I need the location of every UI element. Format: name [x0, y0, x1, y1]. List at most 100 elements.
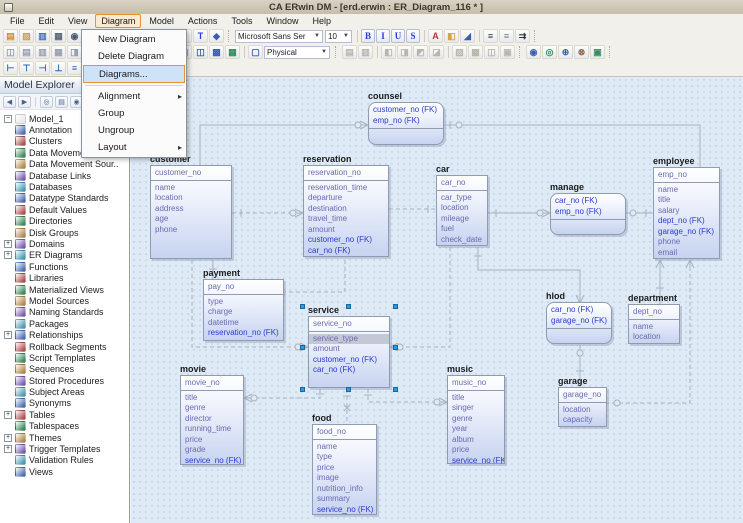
- attribute[interactable]: car_no (FK): [551, 196, 625, 207]
- menu-edit[interactable]: Edit: [33, 14, 61, 28]
- attribute[interactable]: service_no (FK): [448, 456, 504, 465]
- attribute[interactable]: genre: [181, 403, 243, 414]
- entity-box[interactable]: car_no (FK)garage_no (FK): [546, 302, 612, 344]
- attribute[interactable]: location: [559, 405, 606, 416]
- tree-item-synonyms[interactable]: Synonyms: [4, 398, 129, 409]
- menu-file[interactable]: File: [4, 14, 31, 28]
- grid-icon[interactable]: ◫: [3, 45, 18, 59]
- menu-item-layout[interactable]: Layout▸: [82, 139, 186, 156]
- attribute[interactable]: grade: [181, 445, 243, 456]
- entity-box[interactable]: car_no (FK)emp_no (FK): [550, 193, 626, 235]
- model-report-icon[interactable]: ▦: [225, 45, 240, 59]
- italic-button[interactable]: I: [376, 29, 390, 43]
- selection-handle[interactable]: [300, 387, 305, 392]
- attribute[interactable]: nutrition_info: [313, 484, 376, 495]
- report-template-icon[interactable]: ▨: [452, 45, 467, 59]
- entity-box[interactable]: movie_notitlegenredirectorrunning_timepr…: [180, 375, 244, 465]
- reverse-engineer-icon[interactable]: ◎: [542, 45, 557, 59]
- menu-item-ungroup[interactable]: Ungroup: [82, 122, 186, 139]
- menu-item-diagrams[interactable]: Diagrams...: [83, 65, 185, 83]
- new-model-icon[interactable]: ▤: [3, 29, 18, 43]
- attribute[interactable]: running_time: [181, 424, 243, 435]
- attribute[interactable]: reservation_time: [304, 183, 388, 194]
- attribute[interactable]: name: [654, 185, 719, 196]
- report-export-icon[interactable]: ◫: [484, 45, 499, 59]
- save-icon[interactable]: ▥: [35, 29, 50, 43]
- entity-box[interactable]: music_notitlesingergenreyearalbumpricese…: [447, 375, 505, 464]
- menu-item-delete-diagram[interactable]: Delete Diagram: [82, 48, 186, 65]
- entity-service[interactable]: serviceservice_noservice_typeamountcusto…: [308, 305, 390, 388]
- entity-box[interactable]: garage_nolocationcapacity: [558, 387, 607, 427]
- tree-item-sequences[interactable]: Sequences: [4, 364, 129, 375]
- font-size-combo[interactable]: 10▼: [325, 30, 352, 43]
- attribute[interactable]: location: [151, 193, 231, 204]
- menu-item-group[interactable]: Group: [82, 105, 186, 122]
- attribute[interactable]: title: [654, 195, 719, 206]
- attribute[interactable]: album: [448, 435, 504, 446]
- pk-attribute[interactable]: reservation_no: [304, 168, 388, 179]
- tree-item-database-links[interactable]: Database Links: [4, 170, 129, 181]
- pk-attribute[interactable]: music_no: [448, 378, 504, 389]
- text-block-icon[interactable]: T: [193, 29, 208, 43]
- align-top-icon[interactable]: ⊥: [51, 61, 66, 75]
- pk-attribute[interactable]: customer_no: [151, 168, 231, 179]
- pk-attribute[interactable]: pay_no: [204, 282, 283, 293]
- expand-box-icon[interactable]: +: [4, 251, 12, 259]
- menu-help[interactable]: Help: [306, 14, 337, 28]
- tree-item-domains[interactable]: +Domains: [4, 238, 129, 249]
- attribute[interactable]: reservation_no (FK): [204, 328, 283, 339]
- tree-item-data-movement-sour[interactable]: Data Movement Sour..: [4, 159, 129, 170]
- strikethrough-button[interactable]: S: [406, 29, 420, 43]
- align-left-icon[interactable]: ⊢: [3, 61, 18, 75]
- zoom-in-icon[interactable]: ▥: [35, 45, 50, 59]
- attribute[interactable]: fuel: [437, 224, 487, 235]
- entity-movie[interactable]: moviemovie_notitlegenredirectorrunning_t…: [180, 364, 244, 465]
- bold-button[interactable]: B: [361, 29, 375, 43]
- attribute[interactable]: name: [629, 322, 679, 333]
- attribute[interactable]: garage_no (FK): [547, 316, 611, 327]
- expand-box-icon[interactable]: +: [4, 445, 12, 453]
- zoom-out-icon[interactable]: ▦: [51, 45, 66, 59]
- attribute[interactable]: image: [313, 473, 376, 484]
- tree-item-disk-groups[interactable]: Disk Groups: [4, 227, 129, 238]
- attribute[interactable]: genre: [448, 414, 504, 425]
- attribute[interactable]: car_no (FK): [309, 365, 389, 376]
- collapse-box-icon[interactable]: −: [4, 115, 12, 123]
- tree-item-stored-procedures[interactable]: Stored Procedures: [4, 375, 129, 386]
- window-layout-icon[interactable]: ▢: [248, 45, 263, 59]
- entity-customer[interactable]: customercustomer_nonamelocationaddressag…: [150, 154, 232, 259]
- pan-icon[interactable]: ◨: [67, 45, 82, 59]
- entity-box[interactable]: dept_nonamelocation: [628, 304, 680, 344]
- expand-box-icon[interactable]: +: [4, 434, 12, 442]
- underline-button[interactable]: U: [391, 29, 405, 43]
- line-color-icon[interactable]: ◢: [460, 29, 475, 43]
- tree-item-subject-areas[interactable]: Subject Areas: [4, 386, 129, 397]
- find-entity-icon[interactable]: ◎: [40, 96, 53, 108]
- selection-handle[interactable]: [393, 345, 398, 350]
- menu-model[interactable]: Model: [143, 14, 180, 28]
- tree-item-directories[interactable]: Directories: [4, 216, 129, 227]
- attribute[interactable]: car_no (FK): [547, 305, 611, 316]
- attribute[interactable]: service_type: [309, 334, 389, 345]
- attribute[interactable]: price: [448, 445, 504, 456]
- page-setup-icon[interactable]: ▤: [19, 45, 34, 59]
- align-middle-icon[interactable]: ≡: [67, 61, 82, 75]
- find-icon[interactable]: ◉: [67, 29, 82, 43]
- open-model-icon[interactable]: ▨: [19, 29, 34, 43]
- attribute[interactable]: email: [654, 248, 719, 259]
- tree-item-packages[interactable]: Packages: [4, 318, 129, 329]
- attribute[interactable]: travel_time: [304, 214, 388, 225]
- arrow-style-icon[interactable]: ⇉: [515, 29, 530, 43]
- attribute[interactable]: price: [181, 435, 243, 446]
- tree-item-databases[interactable]: Databases: [4, 181, 129, 192]
- attribute[interactable]: mileage: [437, 214, 487, 225]
- menu-view[interactable]: View: [62, 14, 93, 28]
- forward-icon[interactable]: ▶: [18, 96, 31, 108]
- attribute[interactable]: customer_no (FK): [369, 105, 443, 116]
- entity-employee[interactable]: employeeemp_nonametitlesalarydept_no (FK…: [653, 156, 720, 259]
- tree-item-validation-rules[interactable]: Validation Rules: [4, 455, 129, 466]
- compare-script-icon[interactable]: ◩: [413, 45, 428, 59]
- transform-split-icon[interactable]: ▤: [342, 45, 357, 59]
- complete-compare-icon[interactable]: ◉: [526, 45, 541, 59]
- selection-handle[interactable]: [346, 387, 351, 392]
